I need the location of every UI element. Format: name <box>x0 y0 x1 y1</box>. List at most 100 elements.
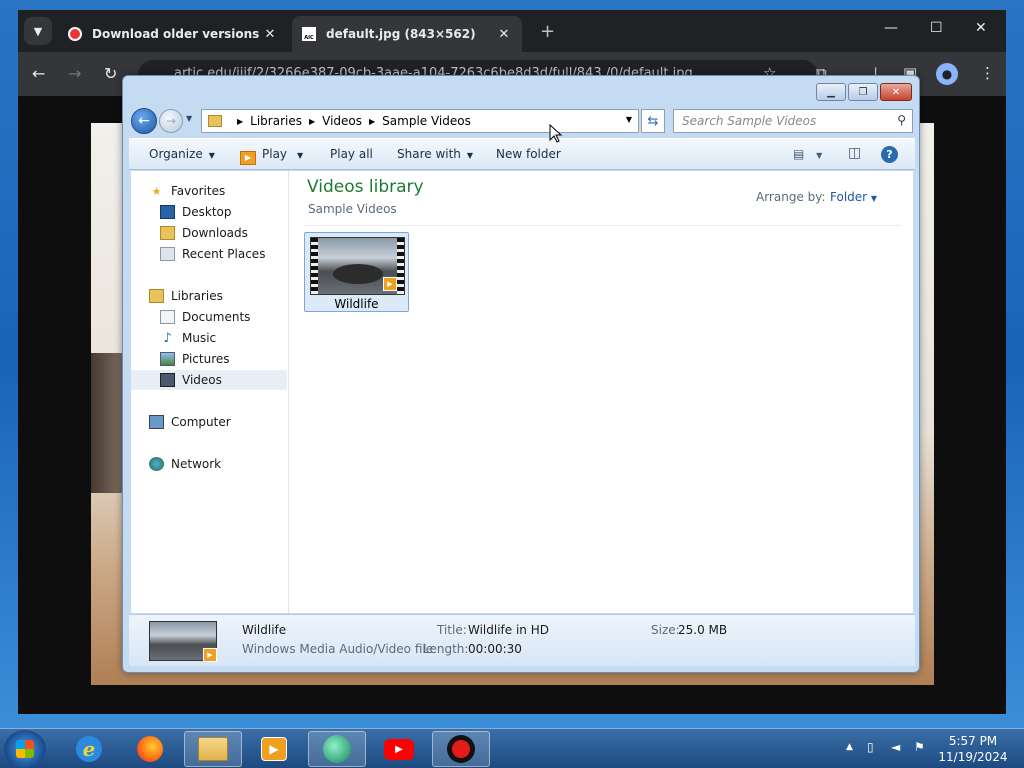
nav-recent-places[interactable]: Recent Places <box>131 244 287 264</box>
nav-favorites-label: Favorites <box>171 184 226 198</box>
content-pane: Videos library Sample Videos Arrange by:… <box>289 171 913 613</box>
new-tab-icon[interactable]: + <box>540 21 555 42</box>
back-button-icon[interactable]: ← <box>131 108 157 134</box>
nav-favorites[interactable]: ★ Favorites <box>131 181 287 201</box>
nav-libraries-label: Libraries <box>171 289 223 303</box>
forward-button-icon[interactable]: → <box>159 109 183 133</box>
computer-icon <box>149 415 164 429</box>
organize-button[interactable]: Organize ▼ <box>149 147 215 161</box>
address-breadcrumb[interactable]: ▶ Libraries ▶ Videos ▶ Sample Videos ▼ <box>201 109 639 133</box>
breadcrumb-separator-icon[interactable]: ▶ <box>309 117 315 126</box>
menu-kebab-icon[interactable]: ⋮ <box>980 64 995 82</box>
tab-close-icon[interactable]: ✕ <box>496 27 512 42</box>
clock-time: 5:57 PM <box>948 734 998 748</box>
tab-default-jpg[interactable]: AIC default.jpg (843×562) ✕ <box>292 16 522 52</box>
file-name: Wildlife <box>334 297 379 311</box>
reload-icon[interactable]: ↻ <box>104 64 117 83</box>
arrange-by-value: Folder <box>830 190 868 204</box>
arrange-by-dropdown[interactable]: Folder ▼ <box>830 190 877 204</box>
show-hidden-icons-icon[interactable]: ▲ <box>846 742 853 752</box>
volume-muted-icon[interactable]: ◄ <box>891 740 900 754</box>
explorer-close-icon[interactable]: ✕ <box>880 83 912 101</box>
tab-search-button[interactable]: ▼ <box>24 17 52 45</box>
network-icon <box>149 457 164 471</box>
taskbar-firefox[interactable] <box>121 731 179 767</box>
change-view-icon[interactable]: ▤ ▼ <box>793 147 822 161</box>
back-arrow-icon[interactable]: ← <box>32 64 45 83</box>
breadcrumb-videos[interactable]: Videos <box>322 114 362 128</box>
breadcrumb-separator-icon[interactable]: ▶ <box>237 117 243 126</box>
search-input[interactable]: Search Sample Videos ⚲ <box>673 109 913 133</box>
preview-pane-icon[interactable]: ◫ <box>848 145 861 161</box>
breadcrumb-separator-icon[interactable]: ▶ <box>369 117 375 126</box>
mouse-cursor-icon <box>549 124 563 143</box>
navigation-bar: ← → ▼ ▶ Libraries ▶ Videos ▶ Sample Vide… <box>129 106 915 136</box>
taskbar-internet-explorer[interactable]: e <box>60 731 118 767</box>
close-icon[interactable]: ✕ <box>975 20 987 36</box>
nav-music[interactable]: ♪ Music <box>131 328 287 348</box>
green-app-icon <box>323 735 351 763</box>
clock-date: 11/19/2024 <box>938 750 1008 764</box>
tab-close-icon[interactable]: ✕ <box>262 27 278 42</box>
downloads-folder-icon <box>160 226 175 240</box>
nav-downloads[interactable]: Downloads <box>131 223 287 243</box>
nav-computer-label: Computer <box>171 415 231 429</box>
nav-pictures[interactable]: Pictures <box>131 349 287 369</box>
action-center-flag-icon[interactable]: ⚑ <box>914 740 925 754</box>
nav-recent-places-label: Recent Places <box>182 247 266 261</box>
chevron-down-icon: ▼ <box>297 151 304 160</box>
navigation-pane: ★ Favorites Desktop Downloads Recent Plac… <box>131 171 289 613</box>
nav-computer[interactable]: Computer <box>131 412 287 432</box>
nav-documents[interactable]: Documents <box>131 307 287 327</box>
explorer-minimize-icon[interactable]: ▁ <box>816 83 846 101</box>
tab-strip: ▼ Download older versions of Ba ✕ AIC de… <box>18 10 1006 52</box>
tab-title: Download older versions of Ba <box>92 27 262 41</box>
play-button[interactable]: ▶ Play ▼ <box>240 147 303 165</box>
details-size-value: 25.0 MB <box>678 623 728 637</box>
refresh-icon[interactable]: ⇆ <box>641 109 665 133</box>
taskbar-windows-explorer[interactable] <box>184 731 242 767</box>
details-length-value: 00:00:30 <box>468 642 522 656</box>
file-tile-wildlife[interactable]: ▶ Wildlife <box>304 232 409 312</box>
network-tray-icon[interactable]: ▯ <box>867 740 874 754</box>
new-folder-button[interactable]: New folder <box>496 147 561 161</box>
chevron-down-icon: ▼ <box>870 194 878 203</box>
share-with-button[interactable]: Share with ▼ <box>397 147 473 161</box>
details-title-value[interactable]: Wildlife in HD <box>468 623 549 637</box>
details-file-type: Windows Media Audio/Video file <box>242 642 434 656</box>
explorer-restore-icon[interactable]: ❐ <box>848 83 878 101</box>
nav-libraries[interactable]: Libraries <box>131 286 287 306</box>
taskbar-chrome[interactable] <box>432 731 490 767</box>
taskbar-youtube[interactable]: ▶ <box>370 731 428 767</box>
address-dropdown-icon[interactable]: ▼ <box>626 115 632 124</box>
details-pane: ▶ Wildlife Windows Media Audio/Video fil… <box>129 614 915 666</box>
start-button[interactable] <box>4 730 46 768</box>
image-file-icon: AIC <box>302 27 316 41</box>
arrange-by-label: Arrange by: <box>756 190 826 204</box>
taskbar-media-player[interactable]: ▶ <box>245 731 303 767</box>
library-subtitle: Sample Videos <box>308 202 397 216</box>
play-all-button[interactable]: Play all <box>330 147 373 161</box>
forward-arrow-icon[interactable]: → <box>68 64 81 83</box>
nav-network-label: Network <box>171 457 222 471</box>
nav-desktop[interactable]: Desktop <box>131 202 287 222</box>
recent-pages-dropdown-icon[interactable]: ▼ <box>186 114 192 123</box>
breadcrumb-libraries[interactable]: Libraries <box>250 114 302 128</box>
help-icon[interactable]: ? <box>881 146 898 163</box>
nav-videos[interactable]: Videos <box>131 370 287 390</box>
taskbar-green-app[interactable] <box>308 731 366 767</box>
search-icon: ⚲ <box>897 113 906 127</box>
chevron-down-icon: ▼ <box>466 151 474 160</box>
video-file-badge-icon: ▶ <box>203 648 217 662</box>
system-clock[interactable]: 5:57 PM 11/19/2024 <box>938 733 1008 765</box>
libraries-icon <box>149 289 164 303</box>
breadcrumb-sample-videos[interactable]: Sample Videos <box>382 114 471 128</box>
tab-title: default.jpg (843×562) <box>326 27 476 41</box>
maximize-icon[interactable]: ☐ <box>930 20 943 36</box>
nav-network[interactable]: Network <box>131 454 287 474</box>
nav-videos-label: Videos <box>182 373 222 387</box>
minimize-icon[interactable]: — <box>884 20 898 36</box>
profile-avatar-icon[interactable]: ● <box>936 63 958 85</box>
chevron-down-icon: ▼ <box>208 151 215 160</box>
tab-download-older-versions[interactable]: Download older versions of Ba ✕ <box>58 16 288 52</box>
